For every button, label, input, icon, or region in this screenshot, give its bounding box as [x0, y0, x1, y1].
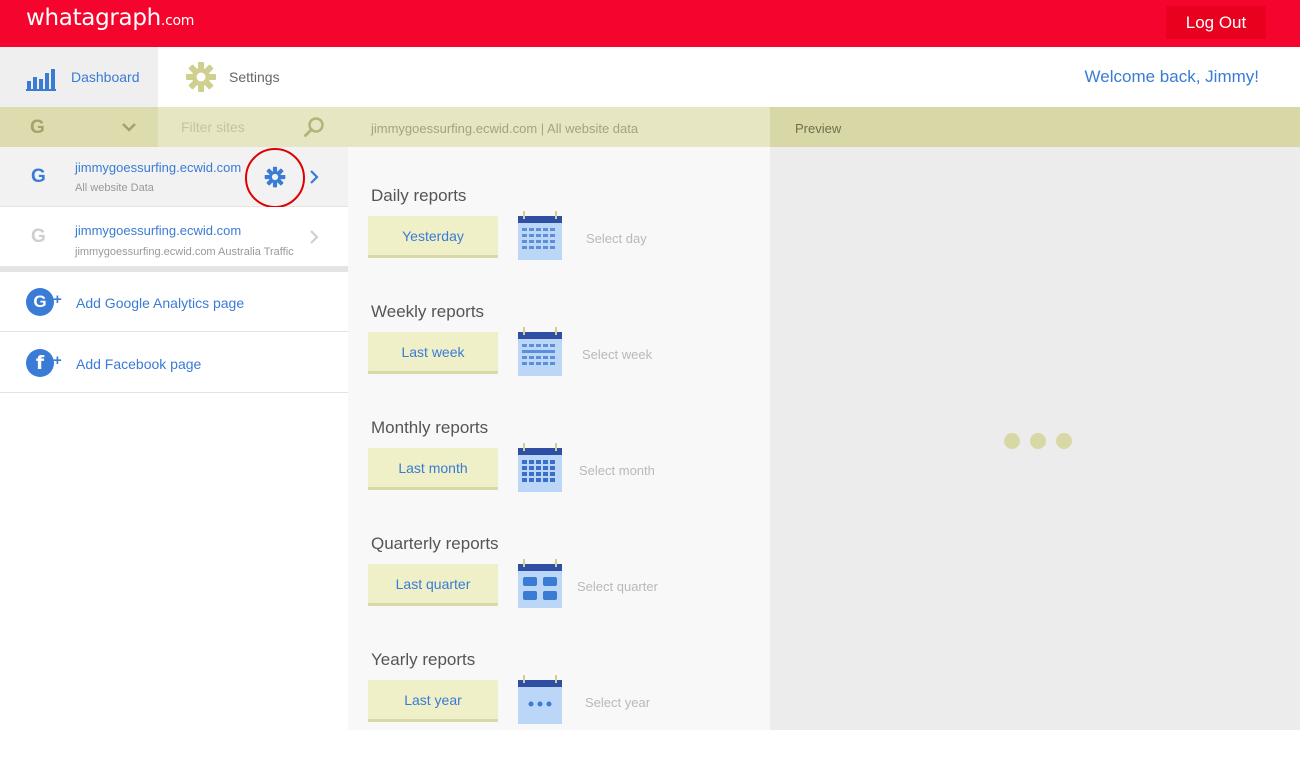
site-title: jimmygoessurfing.ecwid.com: [75, 223, 242, 238]
sidebar-filter-bar: G: [0, 107, 348, 147]
loading-dot: [1030, 433, 1046, 449]
loading-dot: [1004, 433, 1020, 449]
nav-row: Dashboard Settings Welcome back, Jimmy!: [0, 47, 1300, 107]
reports-panel: jimmygoessurfing.ecwid.com | All website…: [348, 107, 770, 730]
select-quarter-link[interactable]: Select quarter: [577, 579, 658, 594]
select-day-link[interactable]: Select day: [586, 231, 647, 246]
calendar-quarter-icon[interactable]: [517, 556, 563, 608]
google-icon: G: [26, 288, 54, 316]
bar-chart-icon: [26, 69, 56, 91]
tab-dashboard-label: Dashboard: [71, 69, 140, 85]
section-title: Yearly reports: [371, 650, 476, 669]
last-year-button[interactable]: Last year: [368, 680, 498, 722]
add-facebook-label: Add Facebook page: [76, 356, 202, 372]
preview-title: Preview: [795, 121, 842, 136]
yearly-reports-section: Yearly reports Last year Select year: [348, 650, 770, 760]
select-year-link[interactable]: Select year: [585, 695, 650, 710]
google-icon: G: [31, 166, 46, 187]
tab-settings[interactable]: Settings: [158, 47, 308, 107]
google-icon: G: [31, 226, 46, 247]
weekly-reports-section: Weekly reports Last week Select week: [348, 302, 770, 412]
calendar-month-icon[interactable]: [517, 440, 563, 492]
add-google-analytics-label: Add Google Analytics page: [76, 295, 245, 311]
site-subtitle: jimmygoessurfing.ecwid.com Australia Tra…: [75, 246, 294, 258]
site-title: jimmygoessurfing.ecwid.com: [75, 160, 242, 175]
google-icon: G: [30, 117, 45, 138]
facebook-icon: f: [26, 349, 54, 377]
site-subtitle: All website Data: [75, 182, 154, 194]
welcome-message: Welcome back, Jimmy!: [1084, 67, 1259, 86]
calendar-year-icon[interactable]: [517, 672, 563, 724]
logo-domain: .com: [160, 13, 195, 29]
source-select[interactable]: G: [0, 107, 158, 147]
loading-dot: [1056, 433, 1072, 449]
calendar-week-icon[interactable]: [517, 324, 563, 376]
reports-panel-header: jimmygoessurfing.ecwid.com | All website…: [348, 107, 770, 147]
last-week-button[interactable]: Last week: [368, 332, 498, 374]
gear-icon: [186, 62, 216, 92]
section-title: Monthly reports: [371, 418, 489, 437]
section-title: Daily reports: [371, 186, 467, 205]
chevron-right-icon[interactable]: [309, 230, 319, 244]
daily-reports-section: Daily reports Yesterday Select day: [348, 186, 770, 296]
quarterly-reports-section: Quarterly reports Last quarter Select qu…: [348, 534, 770, 644]
logout-button[interactable]: Log Out: [1166, 6, 1266, 39]
last-quarter-button[interactable]: Last quarter: [368, 564, 498, 606]
calendar-day-icon[interactable]: [517, 208, 563, 260]
chevron-right-icon[interactable]: [309, 170, 319, 184]
select-month-link[interactable]: Select month: [579, 463, 655, 478]
plus-icon: +: [53, 291, 62, 308]
highlight-circle: [245, 148, 305, 208]
monthly-reports-section: Monthly reports Last month Select month: [348, 418, 770, 528]
select-week-link[interactable]: Select week: [582, 347, 652, 362]
section-title: Quarterly reports: [371, 534, 499, 553]
loading-dots-icon: [1004, 433, 1072, 449]
top-bar: whatagraph.com Log Out: [0, 0, 1300, 47]
site-item-australia-traffic[interactable]: G jimmygoessurfing.ecwid.com jimmygoessu…: [0, 207, 348, 267]
selected-site-label: jimmygoessurfing.ecwid.com | All website…: [371, 121, 639, 136]
yesterday-button[interactable]: Yesterday: [368, 216, 498, 258]
chevron-down-icon: [122, 123, 136, 132]
add-facebook-button[interactable]: f + Add Facebook page: [0, 333, 348, 393]
plus-icon: +: [53, 352, 62, 369]
add-google-analytics-button[interactable]: G + Add Google Analytics page: [0, 272, 348, 332]
search-icon[interactable]: [303, 116, 325, 138]
tab-dashboard[interactable]: Dashboard: [0, 47, 158, 107]
logo[interactable]: whatagraph.com: [26, 5, 194, 31]
preview-panel: Preview: [770, 107, 1300, 730]
last-month-button[interactable]: Last month: [368, 448, 498, 490]
preview-header: Preview: [770, 107, 1300, 147]
tab-settings-label: Settings: [229, 69, 280, 85]
logo-main: whatagraph: [26, 5, 161, 31]
section-title: Weekly reports: [371, 302, 485, 321]
